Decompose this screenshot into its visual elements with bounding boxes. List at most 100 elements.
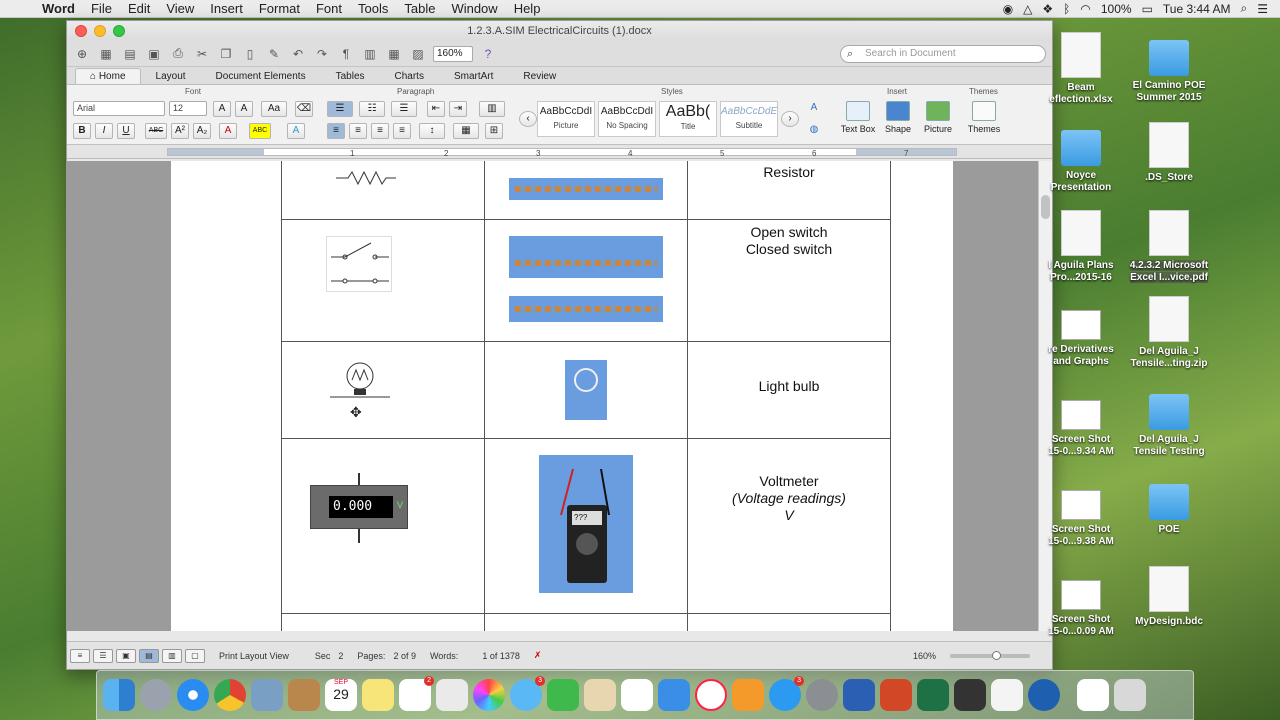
menu-edit[interactable]: Edit	[120, 1, 158, 16]
change-case-button[interactable]: Aa	[261, 101, 287, 117]
close-window-button[interactable]	[75, 25, 87, 37]
styles-pane-icon[interactable]: A	[805, 101, 823, 117]
desktop-item[interactable]: Del Aguila_J Tensile Testing	[1124, 386, 1214, 458]
symbol-cell[interactable]	[281, 219, 485, 342]
draft-view-button[interactable]: ≡	[70, 648, 90, 663]
image-cell[interactable]	[484, 341, 688, 439]
safari-icon[interactable]	[177, 679, 209, 711]
desktop-item[interactable]: re Derivatives and Graphs	[1036, 296, 1126, 368]
desktop-item[interactable]: Beam eflection.xlsx	[1036, 32, 1126, 106]
font-size-select[interactable]: 12	[169, 101, 207, 116]
italic-button[interactable]: I	[95, 123, 113, 139]
notes-icon[interactable]	[362, 679, 394, 711]
itunes-icon[interactable]	[695, 679, 727, 711]
symbol-cell[interactable]: 0.000 V	[281, 438, 485, 614]
toolbox-icon[interactable]: ▨	[409, 46, 427, 62]
empty-cell[interactable]	[281, 613, 485, 631]
help-icon[interactable]: ?	[479, 46, 497, 62]
search-input[interactable]: ⌕ Search in Document	[840, 44, 1046, 63]
menu-tools[interactable]: Tools	[350, 1, 396, 16]
desktop-item[interactable]: Screen Shot 15-0...9.34 AM	[1036, 386, 1126, 458]
styles-next-button[interactable]: ›	[781, 111, 799, 127]
align-center-button[interactable]: ≡	[349, 123, 367, 139]
focus-view-button[interactable]: ▢	[185, 648, 205, 663]
desktop-item[interactable]: Noyce Presentation	[1036, 122, 1126, 194]
tab-tables[interactable]: Tables	[321, 68, 380, 84]
empty-cell[interactable]	[484, 613, 688, 631]
facetime-icon[interactable]	[547, 679, 579, 711]
pages-icon[interactable]	[584, 679, 616, 711]
finder-icon[interactable]	[103, 679, 135, 711]
font-color-button[interactable]: A	[219, 123, 237, 139]
underline-button[interactable]: U	[117, 123, 135, 139]
outline-view-button[interactable]: ☰	[93, 648, 113, 663]
desktop-item[interactable]: El Camino POE Summer 2015	[1124, 32, 1214, 104]
tab-home[interactable]: ⌂ Home	[75, 68, 141, 84]
text-effects-button[interactable]: A	[287, 123, 305, 139]
subscript-button[interactable]: A₂	[193, 123, 211, 139]
preview-icon[interactable]	[251, 679, 283, 711]
increase-indent-button[interactable]: ⇥	[449, 101, 467, 117]
java-icon[interactable]	[991, 679, 1023, 711]
menu-insert[interactable]: Insert	[202, 1, 251, 16]
image-cell[interactable]	[484, 161, 688, 220]
zoom-window-button[interactable]	[113, 25, 125, 37]
spotlight-icon[interactable]: ⌕	[1241, 1, 1248, 16]
notification-center-icon[interactable]: ☰	[1257, 2, 1268, 16]
image-capture-icon[interactable]	[436, 679, 468, 711]
document-page[interactable]: Resistor Open switch Closed switch ✥ Lig…	[171, 161, 953, 631]
menu-table[interactable]: Table	[396, 1, 443, 16]
line-spacing-button[interactable]: ↕	[419, 123, 445, 139]
menu-format[interactable]: Format	[251, 1, 308, 16]
themes-button[interactable]: Themes	[965, 101, 1003, 134]
proofing-icon[interactable]: ✗	[534, 650, 542, 661]
save-icon[interactable]: ▣	[145, 46, 163, 62]
image-cell[interactable]: ???	[484, 438, 688, 614]
zoom-slider[interactable]	[950, 650, 1030, 660]
copy-icon[interactable]: ❐	[217, 46, 235, 62]
styles-prev-button[interactable]: ‹	[519, 111, 537, 127]
image-cell[interactable]	[484, 219, 688, 342]
font-name-select[interactable]: Arial	[73, 101, 165, 116]
print-icon[interactable]: ⎙	[169, 46, 187, 62]
menu-help[interactable]: Help	[506, 1, 549, 16]
desktop-item[interactable]: Screen Shot 15-0...0.09 AM	[1036, 566, 1126, 638]
borders-button[interactable]: ⊞	[485, 123, 503, 139]
gallery-icon[interactable]: ▦	[385, 46, 403, 62]
circuit-symbols-table[interactable]: Resistor Open switch Closed switch ✥ Lig…	[281, 161, 891, 631]
paste-icon[interactable]: ▯	[241, 46, 259, 62]
shrink-font-button[interactable]: A	[235, 101, 253, 117]
system-preferences-icon[interactable]	[806, 679, 838, 711]
style-subtitle[interactable]: AaBbCcDdE Subtitle	[720, 101, 778, 137]
tab-charts[interactable]: Charts	[380, 68, 439, 84]
horizontal-ruler[interactable]: 1 2 3 4 5 6 7	[67, 145, 1052, 159]
clear-formatting-button[interactable]: ⌫	[295, 101, 313, 117]
calendar-icon[interactable]: SEP 29	[325, 679, 357, 711]
columns-button[interactable]: ▥	[479, 101, 505, 117]
contacts-icon[interactable]	[288, 679, 320, 711]
bold-button[interactable]: B	[73, 123, 91, 139]
record-icon[interactable]: ◉	[1003, 2, 1013, 16]
menu-app-word[interactable]: Word	[34, 1, 83, 16]
format-painter-icon[interactable]: ✎	[265, 46, 283, 62]
print-layout-view-button[interactable]: ▤	[139, 648, 159, 663]
shading-button[interactable]: ▦	[453, 123, 479, 139]
menu-window[interactable]: Window	[443, 1, 505, 16]
document-canvas[interactable]: Resistor Open switch Closed switch ✥ Lig…	[67, 161, 1039, 631]
printer-icon[interactable]	[954, 679, 986, 711]
tab-review[interactable]: Review	[508, 68, 571, 84]
tab-document-elements[interactable]: Document Elements	[201, 68, 321, 84]
insert-shape-button[interactable]: Shape	[879, 101, 917, 134]
cut-icon[interactable]: ✂	[193, 46, 211, 62]
templates-icon[interactable]: ▦	[97, 46, 115, 62]
excel-icon[interactable]	[917, 679, 949, 711]
justify-button[interactable]: ≡	[393, 123, 411, 139]
messages-icon[interactable]: 3	[510, 676, 545, 711]
minimize-window-button[interactable]	[94, 25, 106, 37]
new-document-icon[interactable]: ⊕	[73, 46, 91, 62]
app-store-icon[interactable]: 3	[769, 676, 804, 711]
open-icon[interactable]: ▤	[121, 46, 139, 62]
desktop-item[interactable]: Del Aguila_J Tensile...ting.zip	[1124, 296, 1214, 370]
battery-icon[interactable]: ▭	[1142, 2, 1153, 16]
launchpad-icon[interactable]	[140, 679, 172, 711]
